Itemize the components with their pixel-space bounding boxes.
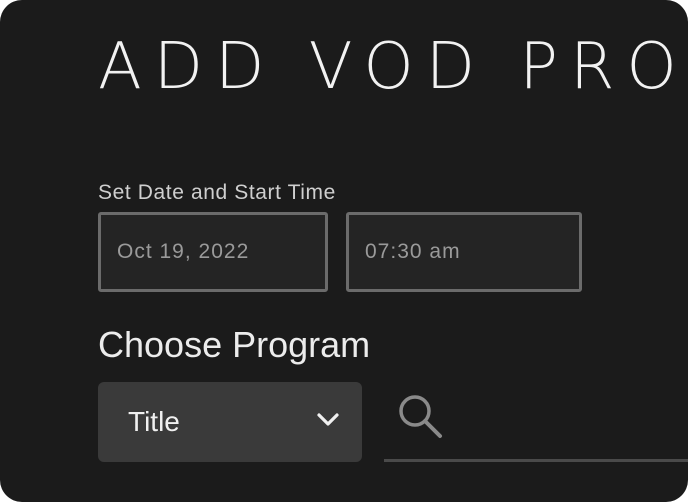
choose-program-heading: Choose Program — [98, 324, 371, 365]
chevron-down-icon — [317, 413, 339, 426]
program-filter-select[interactable]: Title — [98, 382, 362, 462]
search-icon — [399, 395, 442, 438]
program-search-input[interactable] — [456, 396, 676, 446]
add-vod-program-panel: ADD VOD PROG Set Date and Start Time Oct… — [0, 0, 688, 502]
start-time-field-value: 07:30 am — [365, 240, 461, 263]
date-field[interactable]: Oct 19, 2022 — [98, 212, 328, 292]
date-field-value: Oct 19, 2022 — [117, 240, 250, 263]
program-search[interactable] — [384, 382, 688, 462]
program-filter-selected-value: Title — [128, 406, 180, 437]
date-time-label: Set Date and Start Time — [98, 181, 336, 204]
start-time-field[interactable]: 07:30 am — [346, 212, 582, 292]
page-title: ADD VOD PROG — [98, 30, 688, 104]
